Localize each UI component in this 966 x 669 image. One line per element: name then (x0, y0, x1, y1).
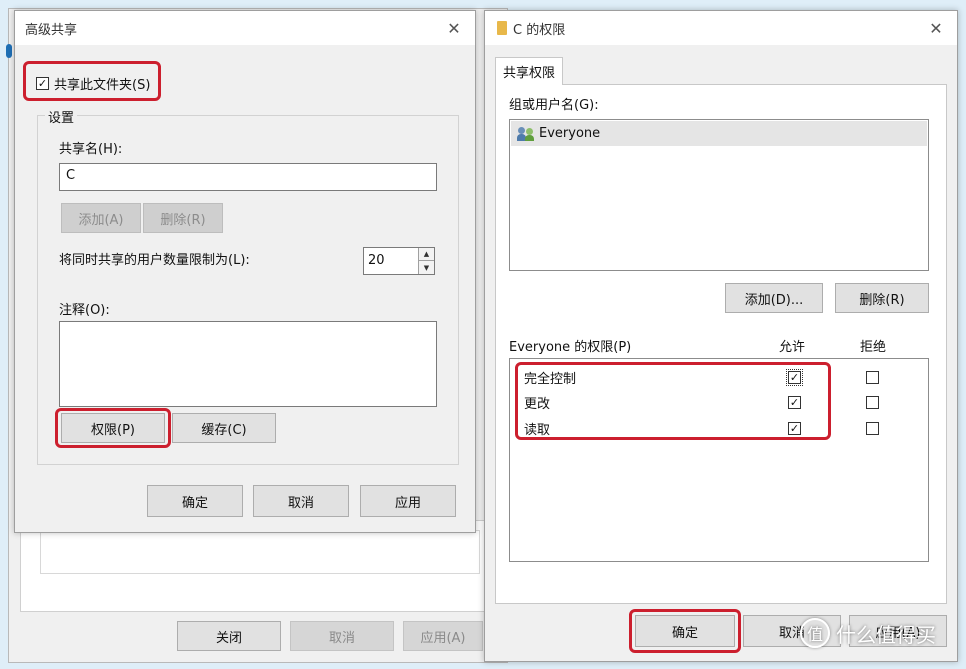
permissions-dialog: C 的权限 ✕ 共享权限 组或用户名(G): Everyone 添加(D)...… (484, 10, 958, 662)
apply-button[interactable]: 应用 (360, 485, 456, 517)
highlight-permissions-rows (515, 362, 831, 440)
user-limit-value: 20 (368, 253, 385, 268)
dialog-title: C 的权限 (513, 22, 566, 38)
titlebar: C 的权限 ✕ (485, 11, 957, 45)
background-inner-box (40, 530, 480, 574)
share-name-input[interactable]: C (59, 163, 437, 191)
comment-textarea[interactable] (59, 321, 437, 407)
read-deny-checkbox[interactable] (866, 422, 879, 435)
close-icon[interactable]: ✕ (443, 17, 465, 39)
watermark: 值 什么值得买 (800, 618, 936, 648)
close-icon[interactable]: ✕ (925, 17, 947, 39)
caching-button[interactable]: 缓存(C) (172, 413, 276, 443)
deny-header: 拒绝 (860, 340, 887, 355)
spinner-down-icon[interactable]: ▼ (419, 261, 434, 274)
users-icon (517, 126, 535, 141)
group-user-label: 组或用户名(G): (509, 98, 599, 113)
remove-user-button[interactable]: 删除(R) (835, 283, 929, 313)
comment-label: 注释(O): (59, 303, 110, 318)
tab-share-permissions[interactable]: 共享权限 (495, 57, 563, 85)
user-limit-spinner[interactable]: 20 ▲ ▼ (363, 247, 435, 275)
user-limit-label: 将同时共享的用户数量限制为(L): (59, 253, 250, 268)
change-deny-checkbox[interactable] (866, 396, 879, 409)
bg-apply-button[interactable]: 应用(A) (403, 621, 483, 651)
dialog-title: 高级共享 (25, 22, 78, 38)
full-control-deny-checkbox[interactable] (866, 371, 879, 384)
permissions-label: Everyone 的权限(P) (509, 340, 632, 355)
user-name: Everyone (539, 126, 601, 141)
background-accent (6, 44, 12, 58)
highlight-share-checkbox (23, 61, 161, 101)
watermark-logo-icon: 值 (800, 618, 830, 648)
share-name-label: 共享名(H): (59, 142, 123, 157)
close-button[interactable]: 关闭 (177, 621, 281, 651)
watermark-text: 什么值得买 (836, 622, 936, 647)
highlight-ok-button (629, 609, 741, 653)
add-user-button[interactable]: 添加(D)... (725, 283, 823, 313)
highlight-permissions-button (55, 408, 171, 448)
bg-cancel-button[interactable]: 取消 (290, 621, 394, 651)
list-item[interactable]: Everyone (511, 121, 927, 146)
advanced-sharing-dialog: 高级共享 ✕ ✓ 共享此文件夹(S) 设置 共享名(H): C 添加(A) 删除… (14, 10, 476, 533)
user-list[interactable]: Everyone (509, 119, 929, 271)
spinner-up-icon[interactable]: ▲ (419, 248, 434, 261)
settings-group-title: 设置 (45, 107, 78, 126)
ok-button[interactable]: 确定 (147, 485, 243, 517)
cancel-button[interactable]: 取消 (253, 485, 349, 517)
spinner-buttons: ▲ ▼ (418, 248, 434, 274)
remove-button[interactable]: 删除(R) (143, 203, 223, 233)
add-button[interactable]: 添加(A) (61, 203, 141, 233)
allow-header: 允许 (779, 340, 806, 355)
folder-icon (497, 21, 507, 35)
titlebar: 高级共享 ✕ (15, 11, 475, 45)
